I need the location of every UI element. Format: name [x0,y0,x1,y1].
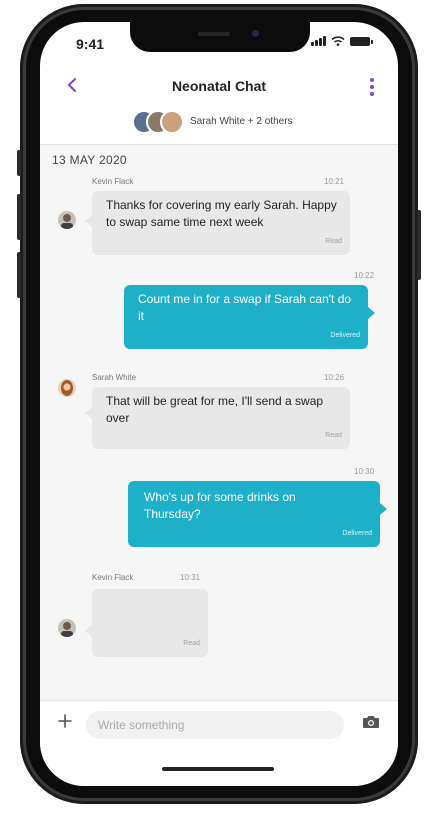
message-bubble[interactable]: Thanks for covering my early Sarah. Happ… [92,191,350,255]
mute-switch [17,150,21,176]
camera-button[interactable] [362,715,380,729]
add-attachment-button[interactable] [58,711,72,734]
kebab-menu-button[interactable] [370,78,374,96]
participant-avatars [132,110,184,134]
plus-icon [58,714,72,728]
volume-down-button [17,252,21,298]
date-divider: 13 MAY 2020 [52,153,127,167]
chat-title: Neonatal Chat [171,78,267,94]
wifi-icon [331,36,345,46]
message-list[interactable]: 13 MAY 2020 Kevin Flack 10:21 Thanks for… [40,145,398,700]
bubble-tail [85,215,92,227]
front-camera [252,30,259,37]
avatar [58,379,76,397]
message-time: 10:21 [324,177,345,186]
power-button [417,210,421,280]
avatar [58,211,76,229]
bubble-tail [85,407,92,419]
message-input[interactable] [86,711,344,739]
home-indicator [162,767,274,771]
kebab-menu-icon [370,78,374,82]
message-sender: Sarah White [92,373,137,382]
message-sender: Kevin Flack [92,573,134,582]
message-time: 10:31 [180,573,201,582]
bubble-tail [368,307,375,319]
message-time: 10:22 [354,271,375,280]
avatar [58,619,76,637]
message-text: Who's up for some drinks on Thursday? [144,490,296,521]
phone-mockup: 9:41 Neonatal Chat Sarah White + 2 other… [0,0,424,813]
message-status: Read [183,640,200,647]
bubble-tail [85,625,92,637]
message-text: That will be great for me, I'll send a s… [106,394,324,425]
message-bubble[interactable]: Count me in for a swap if Sarah can't do… [124,285,368,349]
message-bubble[interactable]: Who's up for some drinks on Thursday? De… [128,481,380,547]
message-time: 10:26 [324,373,345,382]
message-bubble[interactable]: Read [92,589,208,657]
avatar [160,110,184,134]
camera-icon [363,716,379,728]
message-status: Read [325,238,342,245]
message-text: Count me in for a swap if Sarah can't do… [138,292,352,323]
signal-icon [311,36,326,46]
phone-screen: 9:41 Neonatal Chat Sarah White + 2 other… [40,22,398,786]
volume-up-button [17,194,21,240]
message-status: Delivered [342,530,372,537]
participants-label: Sarah White + 2 others [190,115,293,127]
status-time: 9:41 [76,36,105,52]
message-status: Delivered [330,332,360,339]
battery-icon [350,36,373,46]
speaker-grille [198,32,230,36]
message-text: Thanks for covering my early Sarah. Happ… [106,198,337,229]
message-sender: Kevin Flack [92,177,134,186]
message-composer [40,700,398,786]
notch [130,22,310,52]
participants-row[interactable]: Sarah White + 2 others [132,110,293,134]
message-status: Read [325,432,342,439]
status-icons [311,36,373,46]
message-time: 10:30 [354,467,375,476]
message-bubble[interactable]: That will be great for me, I'll send a s… [92,387,350,449]
bubble-tail [380,503,387,515]
